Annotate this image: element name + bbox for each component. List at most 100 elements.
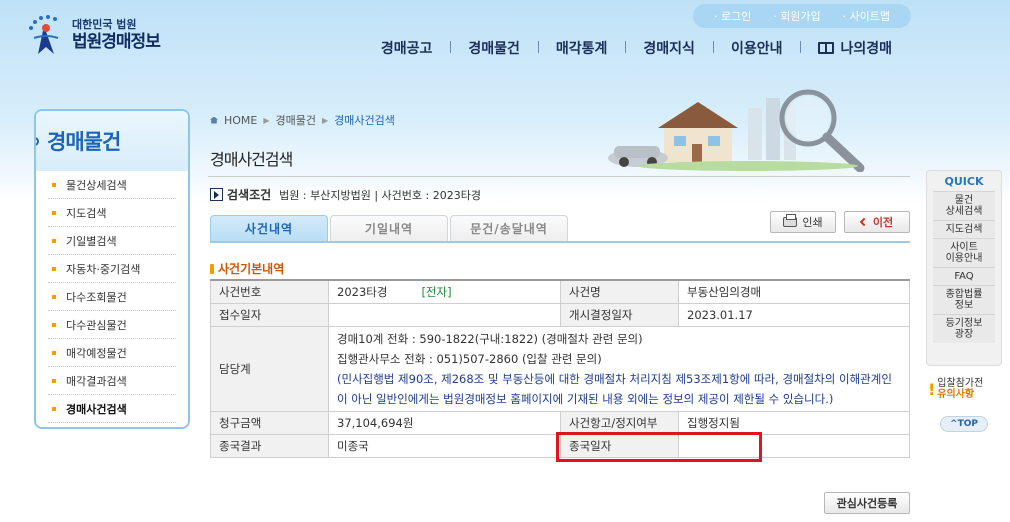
bid-notice-link[interactable]: ! 입찰참가전 유의사항 [928, 378, 1000, 400]
cell-label: 종국결과 [210, 433, 329, 458]
title-divider [208, 176, 910, 177]
sidebar-item-scheduled-sale[interactable]: 매각예정물건 [48, 339, 176, 367]
site-logo[interactable]: 대한민국 법원 법원경매정보 [26, 14, 161, 56]
home-icon [210, 116, 218, 124]
nav-auction-items[interactable]: 경매물건 [450, 38, 538, 58]
sidebar-item-label: 매각결과검색 [66, 374, 127, 388]
square-bullet-icon [52, 322, 56, 327]
court-emblem-icon [26, 14, 66, 56]
quick-site-guide[interactable]: 사이트 이용안내 [933, 238, 995, 267]
print-button-label: 인쇄 [802, 216, 823, 229]
top-button-label: TOP [957, 419, 978, 429]
breadcrumb-current: 경매사건검색 [334, 114, 395, 127]
sidebar-item-map-search[interactable]: 지도검색 [48, 199, 176, 227]
exclamation-icon: ! [928, 379, 936, 399]
sitemap-link[interactable]: 사이트맵 [843, 8, 890, 24]
electronic-tag: [전자] [421, 284, 452, 299]
bailiff-line: 집행관사무소 전화 : 051)507-2860 (입찰 관련 문의) [337, 351, 602, 366]
table-row: 접수일자 개시결정일자 2023.01.17 [210, 302, 910, 327]
tab-case-details[interactable]: 사건내역 [210, 215, 328, 241]
nav-auction-knowledge[interactable]: 경매지식 [625, 38, 713, 58]
cell-label: 개시결정일자 [560, 302, 679, 327]
house-car-illustration [608, 89, 865, 172]
receipt-date-value [328, 302, 561, 327]
tab-date-details[interactable]: 기일내역 [330, 215, 448, 241]
cell-label: 사건번호 [210, 279, 329, 304]
table-row: 담당계 경매10계 전화 : 590-1822(구내:1822) (경매절차 관… [210, 325, 910, 412]
sidebar-item-label: 물건상세검색 [66, 178, 127, 192]
sidebar-item-label: 지도검색 [66, 206, 107, 220]
nav-guide[interactable]: 이용안내 [712, 38, 801, 58]
breadcrumb-arrow-icon: ▶ [263, 115, 270, 125]
breadcrumb-auction-items[interactable]: 경매물건 [276, 112, 316, 128]
cell-label: 사건명 [560, 279, 679, 304]
sidebar-item-label: 매각예정물건 [66, 346, 127, 360]
cell-label: 청구금액 [210, 410, 329, 435]
nav-my-auction[interactable]: 나의경매 [800, 38, 910, 58]
left-sidebar: 경매물건 물건상세검색 지도검색 기일별검색 자동차·중기검색 다수조회물건 다… [34, 109, 190, 429]
sidebar-item-label: 다수관심물건 [66, 318, 127, 332]
department-line: 경매10계 전화 : 590-1822(구내:1822) (경매절차 관련 문의… [337, 331, 643, 346]
bid-notice-label: 입찰참가전 유의사항 [937, 378, 983, 400]
printer-icon [783, 214, 798, 227]
quick-faq[interactable]: FAQ [933, 267, 995, 285]
square-bullet-icon [52, 378, 56, 383]
square-bullet-icon [52, 294, 56, 299]
nav-auction-notice[interactable]: 경매공고 [363, 38, 451, 58]
sidebar-item-vehicle-search[interactable]: 자동차·중기검색 [48, 255, 176, 283]
sidebar-item-detail-search[interactable]: 물건상세검색 [48, 171, 176, 199]
sidebar-title: 경매물건 [36, 111, 188, 171]
quick-registry[interactable]: 등기정보 광장 [933, 314, 995, 343]
search-condition-label: 검색조건 [227, 188, 272, 202]
tab-underline [210, 241, 910, 243]
bid-notice-line2: 유의사항 [937, 389, 975, 400]
table-row: 종국결과 미종국 종국일자 [210, 433, 910, 458]
bid-notice-line1: 입찰참가전 [937, 378, 984, 389]
case-number-cell: 2023타경 [전자] [328, 279, 561, 304]
nav-sale-stats[interactable]: 매각통계 [537, 38, 626, 58]
final-result-value: 미종국 [328, 433, 561, 458]
sidebar-item-label: 경매사건검색 [66, 402, 127, 416]
register-interest-button[interactable]: 관심사건등록 [824, 492, 910, 514]
tab-bar: 사건내역 기일내역 문건/송달내역 [210, 215, 570, 241]
login-link[interactable]: 로그인 [714, 8, 751, 24]
back-button[interactable]: 이전 [844, 211, 910, 233]
quick-title: QUICK [944, 175, 984, 188]
chevron-left-icon [859, 217, 869, 227]
sidebar-item-label: 다수조회물건 [66, 290, 127, 304]
square-bullet-icon [52, 182, 56, 187]
sidebar-item-case-search[interactable]: 경매사건검색 [48, 395, 176, 423]
quick-menu: QUICK 물건 상세검색 지도검색 사이트 이용안내 FAQ 종합법률 정보 등기정… [926, 170, 1002, 366]
case-info-table: 사건번호 2023타경 [전자] 사건명 부동산임의경매 접수일자 개시결정일자 … [210, 279, 910, 458]
breadcrumb: HOME ▶ 경매물건 ▶ 경매사건검색 [210, 112, 401, 128]
logo-title: 법원경매정보 [72, 31, 161, 52]
page-title: 경매사건검색 [210, 150, 293, 169]
square-bullet-icon [52, 350, 56, 355]
signup-link[interactable]: 회원가입 [773, 8, 820, 24]
quick-map-search[interactable]: 지도검색 [933, 220, 995, 238]
section-title: 사건기본내역 [210, 260, 284, 277]
sidebar-item-most-viewed[interactable]: 다수조회물건 [48, 283, 176, 311]
department-note: (민사집행법 제90조, 제268조 및 부동산등에 대한 경매절차 처리지침 … [337, 371, 892, 406]
quick-detail-search[interactable]: 물건 상세검색 [933, 191, 995, 220]
breadcrumb-home[interactable]: HOME [224, 114, 257, 127]
sidebar-item-sale-result[interactable]: 매각결과검색 [48, 367, 176, 395]
arrow-box-icon [210, 188, 223, 201]
sidebar-item-most-interest[interactable]: 다수관심물건 [48, 311, 176, 339]
print-button[interactable]: 인쇄 [770, 211, 836, 233]
nav-my-auction-label: 나의경매 [840, 41, 892, 57]
square-bullet-icon [52, 406, 56, 411]
appeal-status-value: 집행정지됨 [678, 410, 910, 435]
book-icon [818, 42, 835, 54]
case-name-value: 부동산임의경매 [678, 279, 910, 304]
quick-legal-info[interactable]: 종합법률 정보 [933, 285, 995, 314]
square-bullet-icon [52, 210, 56, 215]
top-button[interactable]: ^TOP [940, 416, 988, 432]
back-button-label: 이전 [872, 216, 894, 229]
cell-label: 종국일자 [560, 433, 679, 458]
start-date-value: 2023.01.17 [678, 302, 910, 327]
end-date-value [678, 433, 910, 458]
circle-bullet-icon [36, 136, 39, 146]
sidebar-item-date-search[interactable]: 기일별검색 [48, 227, 176, 255]
tab-document-delivery[interactable]: 문건/송달내역 [450, 215, 568, 241]
